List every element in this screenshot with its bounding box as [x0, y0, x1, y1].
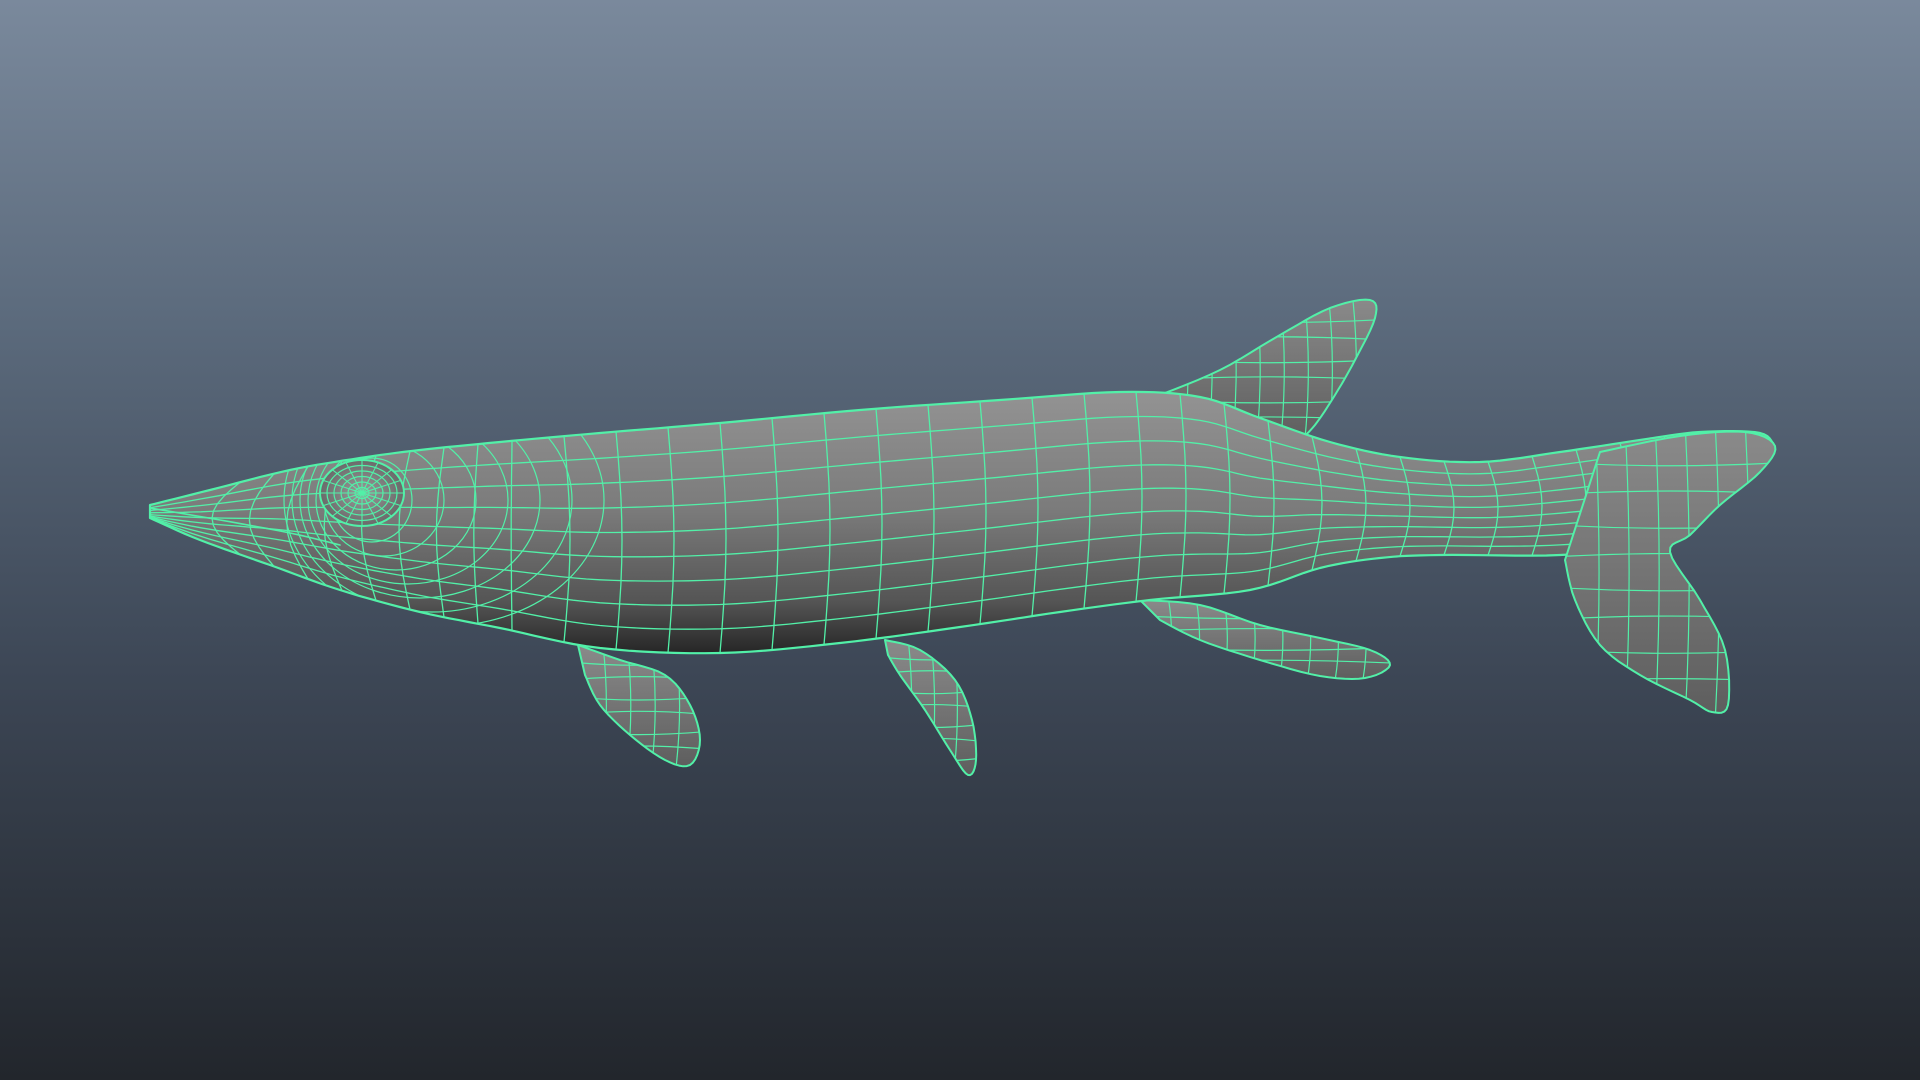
- tail-fin[interactable]: [1560, 426, 1780, 717]
- 3d-viewport[interactable]: [0, 0, 1920, 1080]
- eye[interactable]: [319, 459, 405, 527]
- pectoral-fin[interactable]: [573, 640, 705, 771]
- anal-fin[interactable]: [1135, 595, 1395, 684]
- fish-body[interactable]: [148, 374, 1780, 780]
- fish-model[interactable]: [0, 0, 1920, 1080]
- body-surface: [150, 391, 1775, 654]
- pelvic-fin[interactable]: [880, 635, 981, 780]
